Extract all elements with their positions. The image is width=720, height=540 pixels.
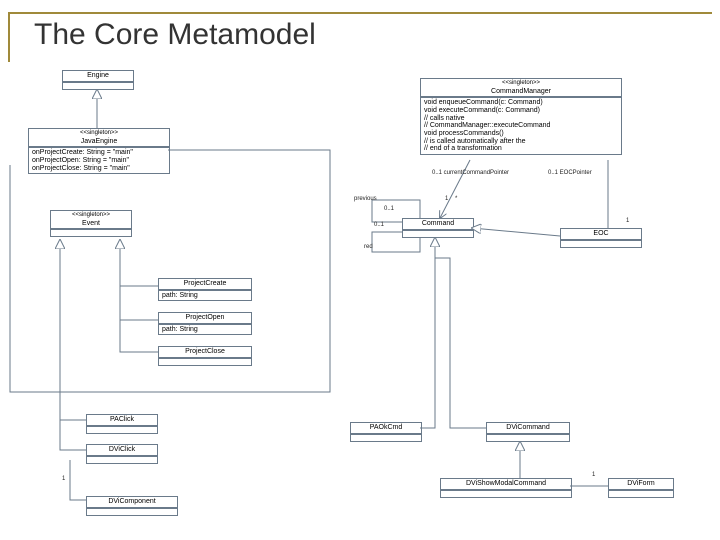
class-name: ProjectOpen [159,313,251,324]
stereotype: <<singleton>> [51,211,131,219]
op: void enqueueCommand(c: Command) [424,99,618,107]
label-currentptr: 0..1 currentCommandPointer [432,170,509,176]
class-commandmanager: <<singleton>> CommandManager void enqueu… [420,78,622,155]
label-m01: 0..1 [384,206,394,212]
label-eocptr: 0..1 EOCPointer [548,170,592,176]
op: // calls native [424,115,618,123]
class-name: JavaEngine [29,137,169,148]
attr: onProjectOpen: String = "main" [32,157,166,165]
label-star: * [455,196,457,202]
attr: onProjectCreate: String = "main" [32,149,166,157]
class-name: EOC [561,229,641,240]
class-dvcomponent: DViComponent [86,496,178,516]
class-dvishowmodal: DViShowModalCommand [440,478,572,498]
class-name: Command [403,219,473,230]
class-javaengine: <<singleton>> JavaEngine onProjectCreate… [28,128,170,174]
class-engine: Engine [62,70,134,90]
class-name: ProjectCreate [159,279,251,290]
class-name: ProjectClose [159,347,251,358]
stereotype: <<singleton>> [29,129,169,137]
attr: path: String [162,292,248,300]
label-red: red [364,244,373,250]
label-previous: previous [354,196,377,202]
class-projectopen: ProjectOpen path: String [158,312,252,335]
attr: path: String [162,326,248,334]
class-name: Engine [63,71,133,82]
op: void executeCommand(c: Command) [424,107,618,115]
class-name: CommandManager [421,87,621,98]
class-event: <<singleton>> Event [50,210,132,237]
class-name: DViCommand [487,423,569,434]
op: // CommandManager::executeCommand [424,122,618,130]
class-name: Event [51,219,131,230]
class-name: DViForm [609,479,673,490]
label-1b: 1 [626,218,629,224]
attr: onProjectClose: String = "main" [32,165,166,173]
label-1d: 1 [62,476,65,482]
label-1: 1 [445,196,448,202]
label-1c: 1 [592,472,595,478]
label-m01b: 0..1 [374,222,384,228]
class-eoc: EOC [560,228,642,248]
class-name: PAOkCmd [351,423,421,434]
class-name: PAClick [87,415,157,426]
op: // is called automatically after the [424,138,618,146]
class-projectcreate: ProjectCreate path: String [158,278,252,301]
class-paokcmd: PAOkCmd [350,422,422,442]
class-projectclose: ProjectClose [158,346,252,366]
class-dviform: DViForm [608,478,674,498]
op: // end of a transformation [424,145,618,153]
stereotype: <<singleton>> [421,79,621,87]
class-name: DViComponent [87,497,177,508]
class-dvicommand: DViCommand [486,422,570,442]
op: void processCommands() [424,130,618,138]
class-paclick: PAClick [86,414,158,434]
slide-title: The Core Metamodel [28,18,322,52]
class-command: Command [402,218,474,238]
class-name: DViShowModalCommand [441,479,571,490]
class-name: DViClick [87,445,157,456]
class-dviclick: DViClick [86,444,158,464]
